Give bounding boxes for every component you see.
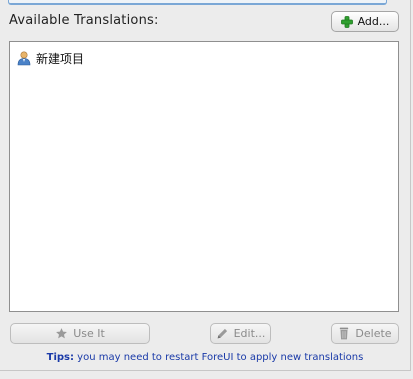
- use-it-button[interactable]: Use It: [10, 323, 150, 344]
- add-button-label: Add...: [357, 15, 390, 28]
- bottom-divider: [0, 370, 411, 371]
- top-panel-edge: [8, 0, 387, 5]
- star-icon: [55, 327, 68, 340]
- delete-label: Delete: [355, 327, 392, 340]
- add-button[interactable]: Add...: [331, 11, 399, 32]
- edit-button[interactable]: Edit...: [210, 323, 271, 344]
- list-item[interactable]: 新建项目: [16, 49, 84, 67]
- tips-message: you may need to restart ForeUI to apply …: [74, 352, 364, 363]
- use-it-label: Use It: [73, 327, 105, 340]
- edit-label: Edit...: [233, 327, 266, 340]
- trash-icon: [338, 327, 350, 340]
- section-label: Available Translations:: [9, 13, 159, 28]
- translations-panel: Available Translations: Add... 新建项目 Use …: [0, 0, 413, 379]
- delete-button[interactable]: Delete: [331, 323, 399, 344]
- add-icon: [340, 15, 353, 28]
- tips-text: Tips: you may need to restart ForeUI to …: [0, 352, 410, 363]
- list-item-label: 新建项目: [36, 51, 85, 66]
- user-icon: [16, 50, 32, 66]
- tips-prefix: Tips:: [46, 352, 74, 363]
- right-divider: [410, 0, 411, 371]
- translations-list[interactable]: 新建项目: [9, 41, 399, 312]
- pencil-icon: [216, 327, 229, 340]
